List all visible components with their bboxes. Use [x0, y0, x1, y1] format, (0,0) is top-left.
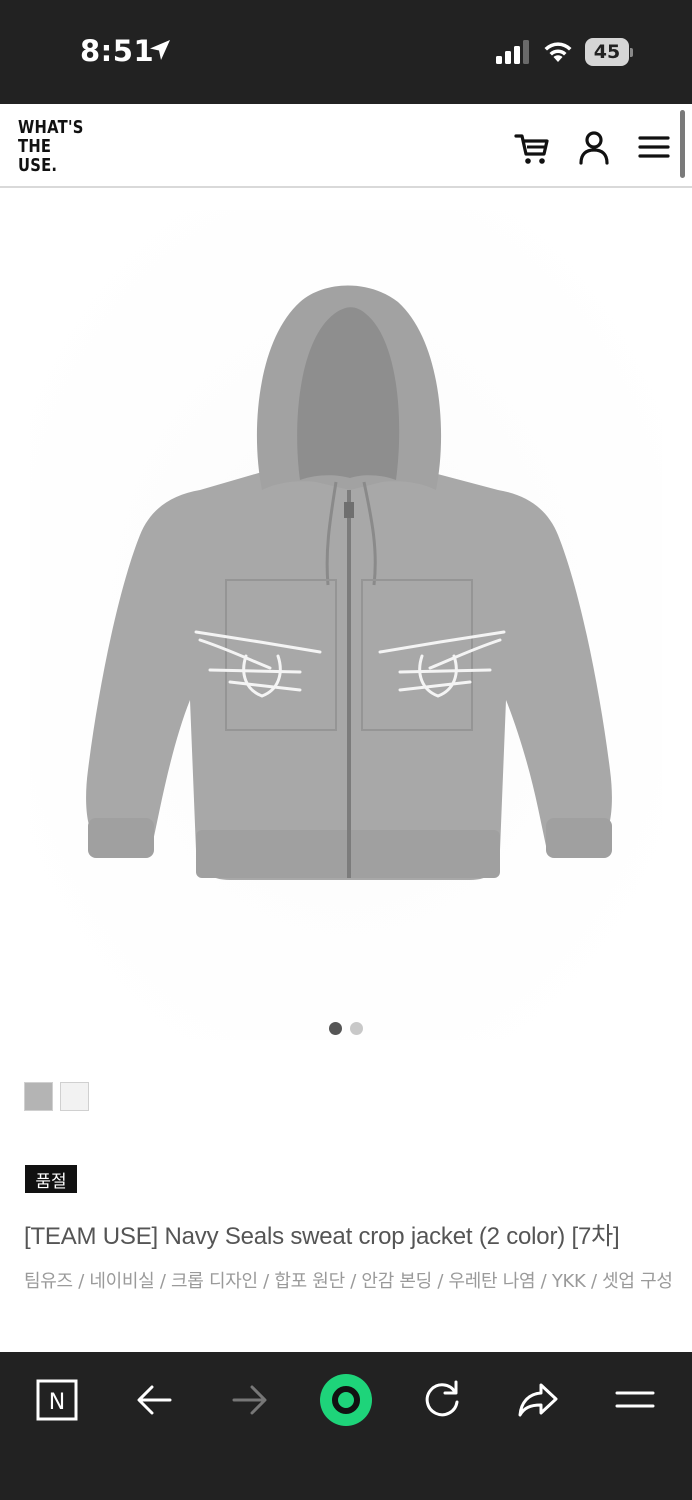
back-arrow-icon[interactable] — [128, 1374, 180, 1426]
user-icon[interactable] — [574, 128, 614, 168]
browser-toolbar: N — [0, 1352, 692, 1500]
battery-icon: 45 — [585, 38, 633, 66]
status-bar: 8:51 45 — [0, 0, 692, 104]
battery-level: 45 — [593, 41, 621, 63]
cart-icon[interactable] — [512, 128, 552, 168]
naver-n-icon[interactable]: N — [31, 1374, 83, 1426]
product-title: [TEAM USE] Navy Seals sweat crop jacket … — [24, 1223, 620, 1250]
logo-line-1: WHAT'S — [18, 117, 84, 138]
carousel-dot-2[interactable] — [350, 1022, 363, 1035]
color-swatch-white[interactable] — [60, 1082, 89, 1111]
cellular-signal-icon — [496, 40, 529, 64]
color-swatches — [24, 1082, 89, 1111]
forward-arrow-icon[interactable] — [224, 1374, 276, 1426]
naver-n-label: N — [49, 1390, 65, 1415]
color-swatch-grey[interactable] — [24, 1082, 53, 1111]
logo-line-3: USE. — [18, 155, 58, 176]
share-icon[interactable] — [512, 1374, 564, 1426]
home-circle-icon[interactable] — [320, 1374, 372, 1426]
hoodie-illustration — [30, 210, 662, 1040]
scrollbar-thumb[interactable] — [680, 110, 685, 178]
sold-out-badge: 품절 — [25, 1165, 77, 1193]
carousel-dots — [0, 1022, 692, 1035]
status-time: 8:51 — [80, 34, 155, 68]
reload-icon[interactable] — [416, 1374, 468, 1426]
more-menu-icon[interactable] — [609, 1374, 661, 1426]
carousel-dot-1[interactable] — [329, 1022, 342, 1035]
product-description: 팀유즈 / 네이비실 / 크롭 디자인 / 합포 원단 / 안감 본딩 / 우레… — [24, 1271, 673, 1292]
wifi-icon — [544, 42, 572, 62]
menu-icon[interactable] — [634, 128, 674, 168]
site-header: WHAT'S THE USE. — [0, 104, 692, 188]
logo-line-2: THE — [18, 136, 52, 157]
product-image[interactable] — [0, 190, 692, 1050]
location-arrow-icon — [150, 40, 170, 60]
site-logo[interactable]: WHAT'S THE USE. — [18, 118, 84, 175]
